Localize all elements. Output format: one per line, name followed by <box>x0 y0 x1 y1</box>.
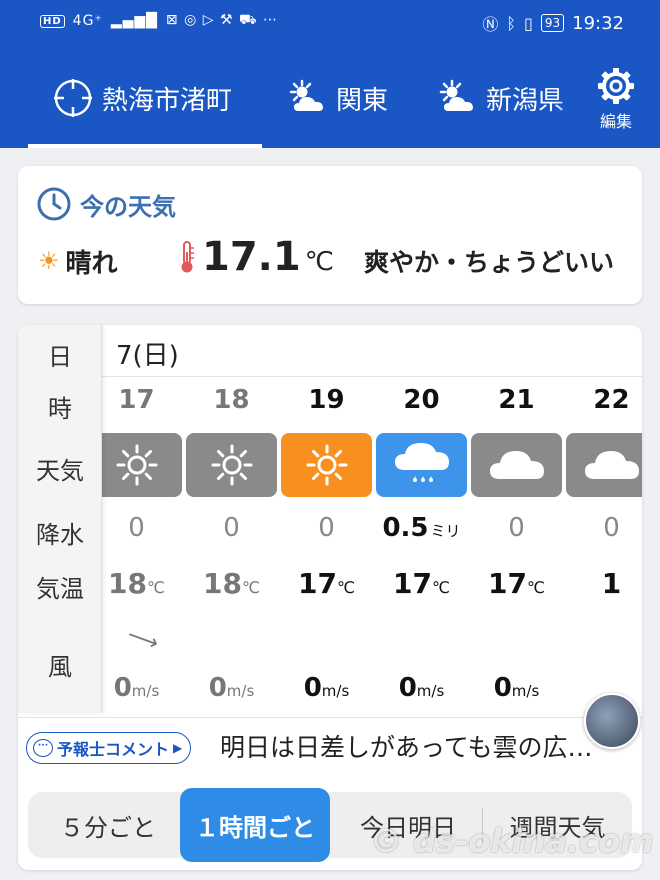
tab-label: 関東 <box>336 85 389 116</box>
hd-icon: HD <box>40 14 65 28</box>
wind-value: 0m/s <box>208 673 255 703</box>
hour-column: 20 0.5 ミリ 17℃ 0m/s <box>374 377 469 707</box>
precip-value: 0 <box>508 513 525 543</box>
hour-column: 19 0 17℃ 0m/s <box>279 377 374 707</box>
wind-direction-icon: ⟶ <box>123 622 162 657</box>
row-label-weather: 天気 <box>36 457 84 485</box>
status-icons-right: Ⓝ ᛒ ▯ 93 19:32 <box>482 11 624 35</box>
current-weather-card[interactable]: 今の天気 ☀ 晴れ 17.1 ℃ 爽やか・ちょうどいい <box>18 166 642 304</box>
segment-5min[interactable]: ５分ごと <box>28 792 188 858</box>
forecaster-comment-row[interactable]: ··· 予報士コメント ▶ 明日は日差しがあっても雲の広… <box>18 717 642 773</box>
tab-location-current[interactable]: 熱海市渚町 <box>52 48 232 148</box>
status-icons-left: HD 4G⁺ ▂▄▆█ ⊠ ◎ ▷ ⚒ ⛟ ⋯ <box>40 12 278 30</box>
wind-value: 0m/s <box>113 673 160 703</box>
segment-weekly[interactable]: 週間天気 <box>483 792 632 858</box>
hour-label: 17 <box>118 385 155 415</box>
temperature-value: 17.1 <box>202 234 301 280</box>
precip-value: 0 <box>128 513 145 543</box>
speech-bubble-icon: ··· <box>33 739 53 757</box>
row-label-precip: 降水 <box>36 521 84 549</box>
hour-column: 21 0 17℃ 0m/s <box>469 377 564 707</box>
bluetooth-icon: ᛒ <box>506 13 517 33</box>
sun-cloud-icon <box>439 79 473 111</box>
segment-today-tomorrow[interactable]: 今日明日 <box>334 792 482 858</box>
current-weather-title: 今の天気 <box>36 186 176 222</box>
hour-label: 22 <box>593 385 630 415</box>
gear-icon <box>598 68 634 104</box>
feeling-text: 爽やか・ちょうどいい <box>364 248 615 277</box>
current-temperature: 17.1 ℃ <box>178 230 334 284</box>
cloud-icon <box>471 433 562 497</box>
wind-value: 0m/s <box>303 673 350 703</box>
day-header-row: 7(日) <box>18 325 642 377</box>
chevron-right-icon: ▶ <box>173 741 183 755</box>
nfc-icon: Ⓝ <box>482 15 499 34</box>
wind-value: 0m/s <box>493 673 540 703</box>
day-label: 7(日) <box>116 341 179 371</box>
hour-label: 18 <box>213 385 250 415</box>
precip-value: 0 <box>223 513 240 543</box>
vibrate-icon: ▯ <box>524 13 533 33</box>
hour-column: 17 0 18℃ ⟶ 0m/s <box>89 377 184 707</box>
clock-icon <box>37 187 71 221</box>
battery-icon: 93 <box>540 14 565 32</box>
hour-column: 18 0 18℃ 0m/s <box>184 377 279 707</box>
temperature-value: 1 <box>601 567 622 600</box>
network-label: 4G⁺ <box>72 13 103 29</box>
signal-icon: ▂▄▆█ <box>110 13 158 29</box>
row-label-temp: 気温 <box>36 575 84 603</box>
forecaster-avatar[interactable] <box>584 693 640 749</box>
badge-label: 予報士コメント <box>57 740 170 759</box>
hour-label: 20 <box>403 385 440 415</box>
row-label-hour: 時 <box>48 395 72 423</box>
settings-label: 編集 <box>599 112 632 131</box>
location-tab-bar: 熱海市渚町 関東 新潟県 編集 <box>0 48 660 148</box>
wind-value: 0m/s <box>398 673 445 703</box>
location-target-icon <box>54 79 92 117</box>
hour-column: 22 0 1 <box>564 377 642 707</box>
temperature-value: 18℃ <box>108 567 165 600</box>
time: 19:32 <box>572 12 624 34</box>
current-title-text: 今の天気 <box>80 192 176 221</box>
rain-cloud-icon <box>376 433 467 497</box>
tab-kanto[interactable]: 関東 <box>286 48 388 148</box>
cloud-icon <box>566 433 642 497</box>
precip-value: 0 <box>603 513 620 543</box>
status-bar: HD 4G⁺ ▂▄▆█ ⊠ ◎ ▷ ⚒ ⛟ ⋯ Ⓝ ᛒ ▯ 93 19:32 <box>0 0 660 48</box>
sun-icon <box>91 433 182 497</box>
hourly-forecast-card: 7(日) 16 018℃0m/s17 018℃⟶0m/s18 018℃0m/s1… <box>18 325 642 870</box>
tab-label: 熱海市渚町 <box>102 85 233 116</box>
row-labels-column: 日 時 天気 降水 気温 風 <box>18 325 102 713</box>
hour-label: 21 <box>498 385 535 415</box>
temperature-value: 17℃ <box>298 567 355 600</box>
row-label-wind: 風 <box>48 653 72 681</box>
segment-1hour[interactable]: １時間ごと <box>180 788 330 862</box>
app-notification-icons: ⊠ ◎ ▷ ⚒ ⛟ ⋯ <box>165 12 279 28</box>
sun-icon: ☀ <box>38 247 60 275</box>
sun-icon <box>281 433 372 497</box>
condition-text: 晴れ <box>65 248 118 279</box>
tab-overflow-fade <box>555 48 585 148</box>
precip-value: 0 <box>318 513 335 543</box>
forecast-interval-selector: ５分ごと １時間ごと 今日明日 週間天気 <box>28 788 632 862</box>
temperature-value: 18℃ <box>203 567 260 600</box>
temperature-unit: ℃ <box>304 247 334 277</box>
sun-cloud-icon <box>289 79 323 111</box>
current-condition: ☀ 晴れ <box>38 238 118 284</box>
forecaster-comment-badge: ··· 予報士コメント ▶ <box>26 732 192 764</box>
comment-text: 明日は日差しがあっても雲の広… <box>220 733 593 762</box>
hour-label: 19 <box>308 385 345 415</box>
temperature-value: 17℃ <box>393 567 450 600</box>
edit-settings-button[interactable]: 編集 <box>588 66 644 132</box>
sun-icon <box>186 433 277 497</box>
tab-niigata[interactable]: 新潟県 <box>436 48 564 148</box>
tab-label: 新潟県 <box>486 85 565 116</box>
thermometer-icon <box>181 241 194 273</box>
active-tab-indicator <box>28 144 262 148</box>
row-label-day: 日 <box>48 343 72 371</box>
hourly-grid[interactable]: 16 018℃0m/s17 018℃⟶0m/s18 018℃0m/s19 <box>18 377 642 707</box>
precip-value: 0.5 ミリ <box>382 513 461 543</box>
temperature-value: 17℃ <box>488 567 545 600</box>
